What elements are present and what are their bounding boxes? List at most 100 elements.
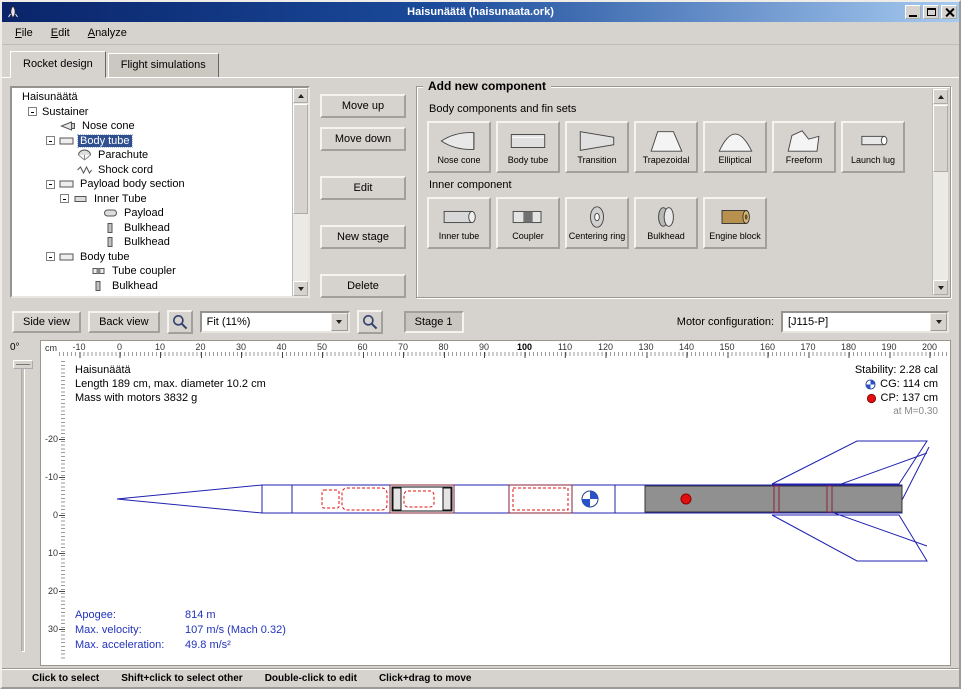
coupler-icon [506,204,550,230]
title-bar[interactable]: Haisunäätä (haisunaata.ork) [2,2,959,22]
motor-configuration-select[interactable]: [J115-P] [781,311,949,333]
menu-analyze[interactable]: Analyze [79,24,136,42]
add-engine-block-button[interactable]: Engine block [703,197,767,249]
tab-strip: Rocket design Flight simulations [2,45,959,78]
tree-item[interactable]: Parachute [12,148,292,163]
add-freeform-fin-button[interactable]: Freeform [772,121,836,173]
component-tree[interactable]: Haisunäätä Sustainer Nose cone Body tube… [12,88,292,296]
scroll-thumb[interactable] [933,105,948,172]
body-tube-icon [58,178,75,190]
velocity-value: 107 m/s (Mach 0.32) [185,624,286,636]
h-ruler-tick: 60 [357,342,367,352]
new-stage-button[interactable]: New stage [320,225,406,249]
rocket-view-canvas[interactable]: cm -100102030405060708090100110120130140… [40,340,951,666]
add-inner-tube-button[interactable]: Inner tube [427,197,491,249]
h-ruler-tick: 140 [679,342,694,352]
side-view-button[interactable]: Side view [12,311,81,333]
rotation-slider-thumb[interactable] [13,360,33,369]
tree-item-label: Sustainer [40,106,90,118]
inner-tube-icon [437,204,481,230]
h-ruler-tick: 200 [922,342,937,352]
scroll-track[interactable] [933,104,948,280]
h-ruler-tick: 190 [881,342,896,352]
tree-item[interactable]: Bulkhead [12,221,292,236]
tree-item[interactable]: Shock cord [12,163,292,178]
add-body-tube-button[interactable]: Body tube [496,121,560,173]
motor-dropdown-button[interactable] [930,313,947,331]
add-component-title: Add new component [423,79,551,93]
zoom-select[interactable]: Fit (11%) [200,311,350,333]
button-label: Body tube [508,156,549,166]
chevron-down-icon [336,320,342,324]
scroll-up-button[interactable] [933,89,948,104]
zoom-in-button[interactable] [167,310,193,334]
h-ruler-tick: 0 [117,342,122,352]
motor-configuration-label: Motor configuration: [677,316,774,328]
scroll-track[interactable] [293,103,308,281]
add-centering-ring-button[interactable]: Centering ring [565,197,629,249]
close-button[interactable] [941,5,957,19]
minimize-button[interactable] [905,5,921,19]
add-launch-lug-button[interactable]: Launch lug [841,121,905,173]
tree-item[interactable]: Bulkhead [12,235,292,250]
collapse-icon[interactable] [46,252,55,261]
elliptical-fin-icon [713,128,757,154]
tree-item[interactable]: Inner Tube [12,192,292,207]
edit-button[interactable]: Edit [320,176,406,200]
zoom-dropdown-button[interactable] [331,313,348,331]
tree-item[interactable]: Sustainer [12,105,292,120]
design-top-section: Haisunäätä Sustainer Nose cone Body tube… [2,78,959,304]
tree-item-label: Inner Tube [92,193,149,205]
tree-action-buttons: Move up Move down Edit New stage Delete [320,86,406,298]
scroll-down-button[interactable] [933,280,948,295]
collapse-icon[interactable] [46,136,55,145]
tree-item[interactable]: Body tube [12,250,292,265]
engine-block-icon [713,204,757,230]
tree-scrollbar[interactable] [292,88,308,296]
stability-value: Stability: 2.28 cal [855,363,938,377]
maximize-button[interactable] [923,5,939,19]
inner-tube-icon [72,193,89,205]
add-coupler-button[interactable]: Coupler [496,197,560,249]
tree-item[interactable]: Tube coupler [12,264,292,279]
move-down-button[interactable]: Move down [320,127,406,151]
transition-icon [575,128,619,154]
move-up-button[interactable]: Move up [320,94,406,118]
tree-item[interactable]: Payload [12,206,292,221]
collapse-icon[interactable] [46,180,55,189]
rotation-slider-track[interactable] [21,364,25,652]
add-component-scrollbar[interactable] [932,89,948,295]
scroll-down-button[interactable] [293,281,308,296]
button-label: Transition [577,156,616,166]
menu-edit[interactable]: Edit [42,24,79,42]
tree-item[interactable]: Bulkhead [12,279,292,294]
delete-button[interactable]: Delete [320,274,406,298]
stage-1-toggle[interactable]: Stage 1 [404,311,464,333]
tree-item[interactable]: Payload body section [12,177,292,192]
add-nose-cone-button[interactable]: Nose cone [427,121,491,173]
add-elliptical-fin-button[interactable]: Elliptical [703,121,767,173]
collapse-icon[interactable] [60,194,69,203]
h-ruler-tick: -10 [72,342,85,352]
collapse-icon[interactable] [28,107,37,116]
flight-stats: Apogee:814 m Max. velocity:107 m/s (Mach… [75,608,286,653]
scroll-up-button[interactable] [293,88,308,103]
add-transition-button[interactable]: Transition [565,121,629,173]
application-window: Haisunäätä (haisunaata.ork) File Edit An… [0,0,961,689]
tab-flight-simulations[interactable]: Flight simulations [108,53,219,78]
scroll-thumb[interactable] [293,104,308,214]
tab-rocket-design[interactable]: Rocket design [10,51,106,78]
h-ruler-tick: 170 [800,342,815,352]
h-ruler-tick: 80 [438,342,448,352]
zoom-out-button[interactable] [357,310,383,334]
tree-item[interactable]: Nose cone [12,119,292,134]
tree-item-selected[interactable]: Body tube [12,134,292,149]
acceleration-label: Max. acceleration: [75,638,185,653]
add-bulkhead-button[interactable]: Bulkhead [634,197,698,249]
magnifier-icon [171,313,189,331]
v-ruler: -20-100102030 [41,357,65,665]
back-view-button[interactable]: Back view [88,311,160,333]
tree-item[interactable]: Haisunäätä [12,90,292,105]
menu-file[interactable]: File [6,24,42,42]
add-trapezoidal-fin-button[interactable]: Trapezoidal [634,121,698,173]
